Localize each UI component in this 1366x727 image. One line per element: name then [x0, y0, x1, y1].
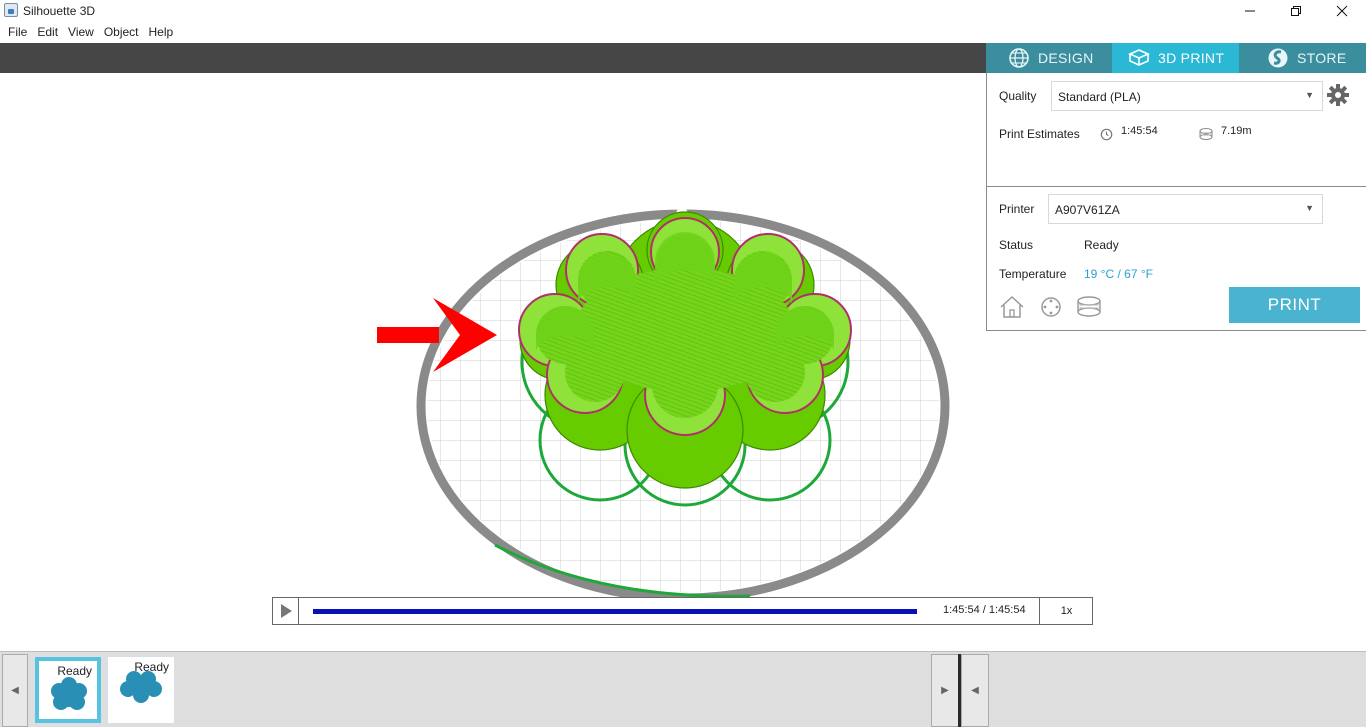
tab-3d-print[interactable]: 3D PRINT: [1112, 43, 1239, 73]
chevron-down-icon: ▼: [1305, 90, 1314, 100]
print-estimates-label: Print Estimates: [999, 127, 1080, 141]
scroll-right-button[interactable]: ▶: [931, 654, 959, 727]
mode-tabs: DESIGN 3D PRINT STORE: [986, 43, 1366, 73]
speed-button[interactable]: 1x: [1039, 598, 1093, 624]
minimize-icon: [1245, 10, 1255, 12]
tab-store[interactable]: STORE: [1239, 43, 1366, 73]
home-icon[interactable]: [999, 295, 1025, 319]
job-preview-image: [51, 677, 87, 710]
job-thumbnail[interactable]: Ready: [35, 657, 101, 723]
job-thumbnail[interactable]: Ready: [108, 657, 174, 723]
estimate-filament: 7.19m: [1221, 125, 1252, 137]
menu-bar: File Edit View Object Help: [0, 22, 1366, 43]
panel-divider: [987, 186, 1366, 187]
speed-value: 1x: [1060, 605, 1073, 617]
printer-label: Printer: [999, 202, 1035, 216]
title-bar: Silhouette 3D: [0, 0, 1366, 22]
print-settings-panel: Quality Standard (PLA) ▼ Print Estimates…: [986, 73, 1366, 331]
menu-file[interactable]: File: [4, 22, 31, 43]
chevron-down-icon: ▼: [1305, 203, 1314, 213]
temperature-value: 19 °C / 67 °F: [1084, 267, 1153, 281]
quality-label: Quality: [999, 89, 1037, 103]
restore-button[interactable]: [1273, 0, 1319, 22]
tab-store-label: STORE: [1297, 50, 1347, 66]
playback-timeline: 1:45:54 / 1:45:54 1x: [272, 597, 1093, 625]
quality-value: Standard (PLA): [1058, 90, 1141, 104]
play-button[interactable]: [273, 598, 299, 624]
printer-select[interactable]: A907V61ZA ▼: [1048, 194, 1323, 224]
collapse-button[interactable]: ◀: [961, 654, 989, 727]
minimize-button[interactable]: [1227, 0, 1273, 22]
job-strip: ◀ Ready Ready ▶ ◀: [0, 651, 1366, 727]
scroll-left-button[interactable]: ◀: [2, 654, 28, 727]
close-icon: [1336, 5, 1348, 17]
store-logo-icon: [1268, 48, 1288, 68]
close-button[interactable]: [1319, 0, 1365, 22]
status-value: Ready: [1084, 238, 1119, 252]
window-title: Silhouette 3D: [23, 4, 96, 18]
menu-object[interactable]: Object: [100, 22, 143, 43]
menu-help[interactable]: Help: [145, 22, 178, 43]
restore-icon: [1291, 6, 1301, 16]
progress-track[interactable]: [313, 609, 917, 614]
filament-load-icon[interactable]: [1075, 295, 1103, 319]
tab-design[interactable]: DESIGN: [986, 43, 1112, 73]
calibrate-icon[interactable]: [1039, 295, 1063, 319]
playback-time: 1:45:54 / 1:45:54: [943, 604, 1026, 616]
estimate-time: 1:45:54: [1121, 125, 1158, 137]
quality-select[interactable]: Standard (PLA) ▼: [1051, 81, 1323, 111]
menu-view[interactable]: View: [64, 22, 98, 43]
print-button[interactable]: PRINT: [1229, 287, 1360, 323]
temperature-label: Temperature: [999, 267, 1067, 281]
clock-icon: [1100, 128, 1113, 141]
filament-spool-icon: [1199, 128, 1213, 140]
cube-print-icon: [1128, 49, 1150, 66]
tab-design-label: DESIGN: [1038, 50, 1094, 66]
tab-3d-print-label: 3D PRINT: [1158, 50, 1225, 66]
job-preview-image: [120, 671, 162, 703]
menu-edit[interactable]: Edit: [33, 22, 62, 43]
gear-icon[interactable]: [1326, 83, 1350, 107]
app-icon: [4, 3, 18, 17]
status-label: Status: [999, 238, 1034, 252]
printer-value: A907V61ZA: [1055, 203, 1120, 217]
globe-icon: [1009, 48, 1029, 68]
